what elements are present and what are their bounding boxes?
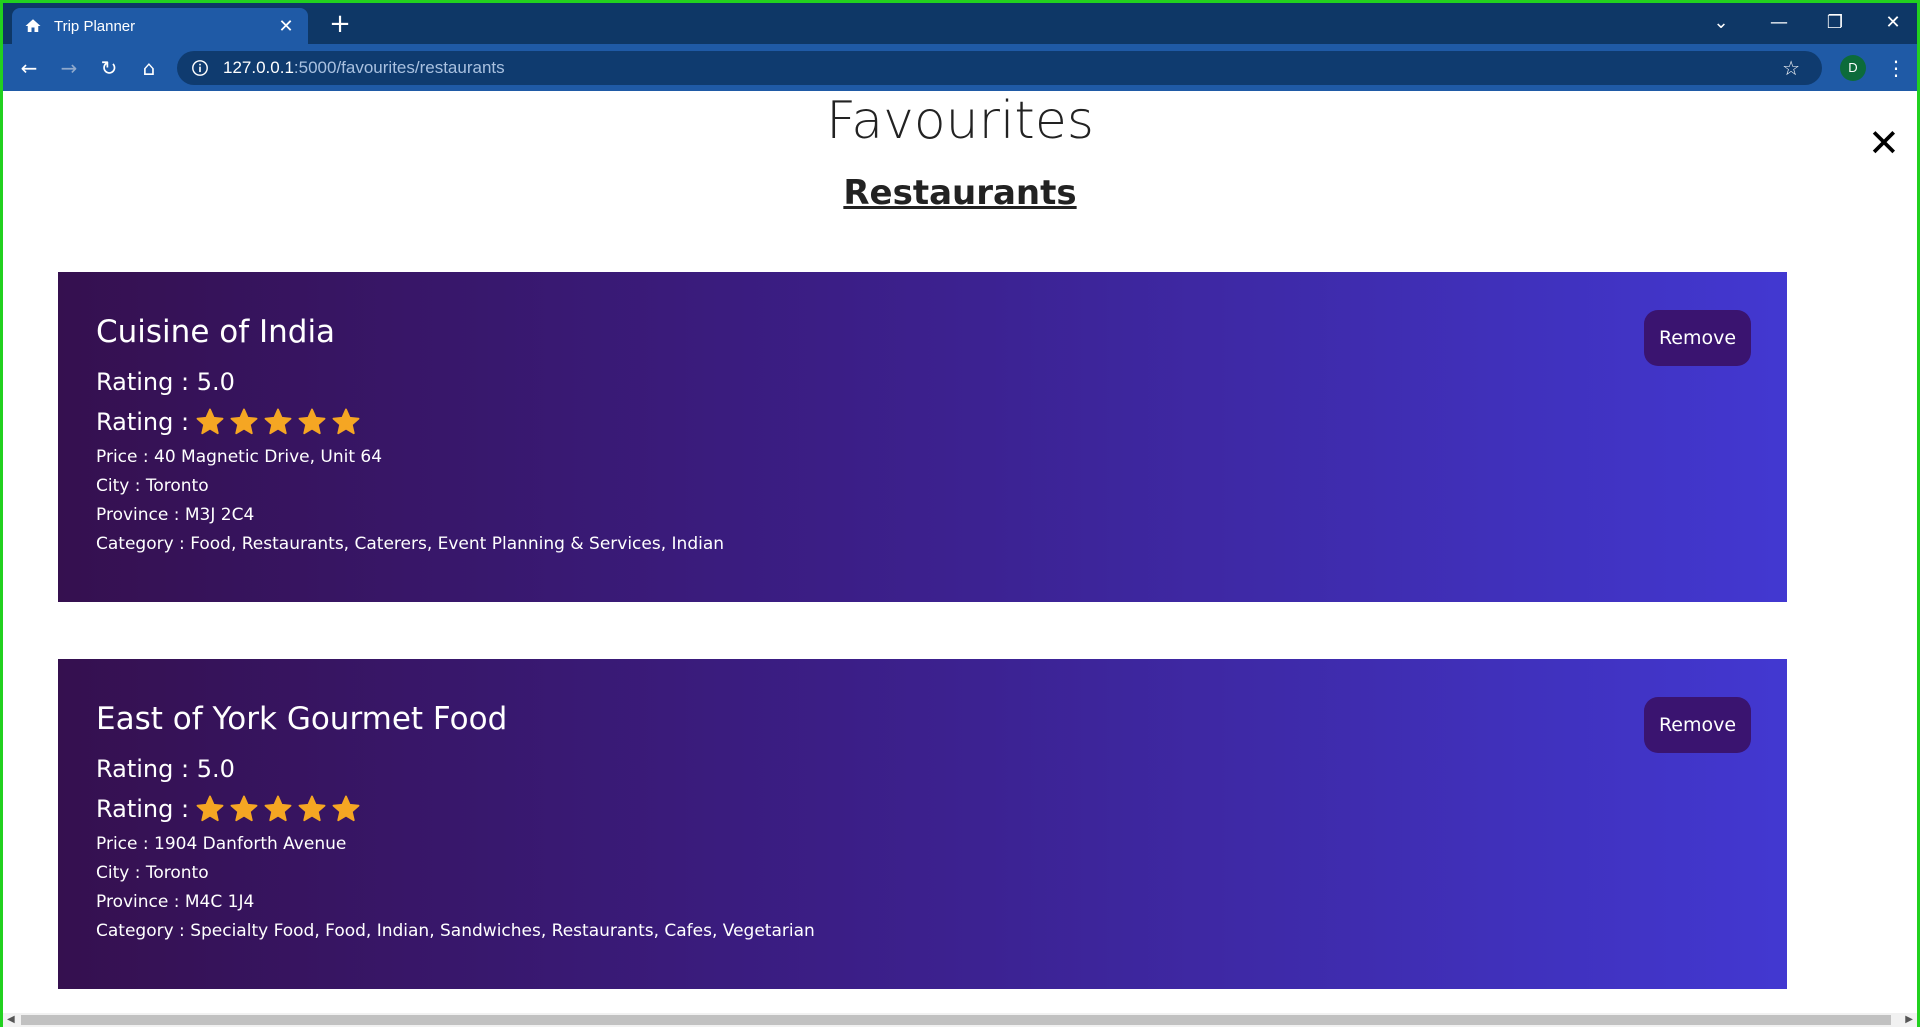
- tab-search-icon[interactable]: ⌄: [1701, 7, 1741, 39]
- section-title: Restaurants: [843, 173, 1077, 213]
- star-icon: [230, 795, 258, 822]
- restaurant-city: City : Toronto: [96, 476, 209, 496]
- restaurant-price: Price : 1904 Danforth Avenue: [96, 834, 347, 854]
- restaurant-province: Province : M4C 1J4: [96, 892, 255, 912]
- minimize-icon[interactable]: —: [1759, 7, 1799, 39]
- url-path: :5000/favourites/restaurants: [293, 58, 505, 77]
- restaurant-card: Cuisine of India Rating : 5.0 Rating : P…: [58, 272, 1787, 602]
- restaurant-card: East of York Gourmet Food Rating : 5.0 R…: [58, 659, 1787, 989]
- rating-label: Rating :: [96, 408, 190, 436]
- browser-tabbar: Trip Planner ✕ + ⌄ — ❐ ✕: [3, 3, 1917, 44]
- star-icon: [332, 408, 360, 435]
- restaurant-category: Category : Food, Restaurants, Caterers, …: [96, 534, 725, 554]
- new-tab-button[interactable]: +: [325, 9, 355, 39]
- window-close-icon[interactable]: ✕: [1873, 7, 1913, 39]
- scrollbar-thumb[interactable]: [21, 1015, 1891, 1025]
- url-host: 127.0.0.1: [223, 58, 294, 77]
- home-icon: [25, 19, 41, 32]
- restaurant-price: Price : 40 Magnetic Drive, Unit 64: [96, 447, 383, 467]
- back-icon[interactable]: ←: [13, 52, 45, 84]
- restaurant-city: City : Toronto: [96, 863, 209, 883]
- bookmark-star-icon[interactable]: ☆: [1782, 56, 1800, 81]
- star-icon: [196, 795, 224, 822]
- restaurant-province: Province : M3J 2C4: [96, 505, 255, 525]
- browser-tab[interactable]: Trip Planner ✕: [12, 8, 308, 44]
- reload-icon[interactable]: ↻: [93, 52, 125, 84]
- star-rating: [195, 407, 365, 437]
- rating-label: Rating :: [96, 795, 190, 823]
- tab-close-icon[interactable]: ✕: [276, 16, 296, 37]
- restore-icon[interactable]: ❐: [1815, 7, 1855, 39]
- star-rating: [195, 794, 365, 824]
- close-icon[interactable]: ✕: [1868, 121, 1900, 165]
- url-bar[interactable]: 127.0.0.1:5000/favourites/restaurants ☆: [177, 51, 1822, 85]
- page-title: Favourites: [826, 91, 1094, 151]
- scroll-right-icon[interactable]: ▶: [1905, 1013, 1913, 1027]
- remove-button[interactable]: Remove: [1644, 697, 1751, 753]
- remove-button[interactable]: Remove: [1644, 310, 1751, 366]
- star-icon: [298, 795, 326, 822]
- star-icon: [264, 795, 292, 822]
- profile-avatar[interactable]: D: [1840, 55, 1866, 81]
- horizontal-scrollbar[interactable]: ◀ ▶: [3, 1013, 1917, 1027]
- star-icon: [230, 408, 258, 435]
- star-icon: [264, 408, 292, 435]
- rating-value: Rating : 5.0: [96, 368, 235, 396]
- restaurant-name: Cuisine of India: [96, 314, 336, 350]
- restaurant-name: East of York Gourmet Food: [96, 701, 508, 737]
- page-content: Favourites ✕ Restaurants Cuisine of Indi…: [3, 91, 1917, 1010]
- star-icon: [196, 408, 224, 435]
- site-info-icon[interactable]: [191, 59, 209, 77]
- browser-toolbar: ← → ↻ ⌂ 127.0.0.1:5000/favourites/restau…: [3, 44, 1917, 91]
- browser-menu-icon[interactable]: ⋮: [1886, 52, 1906, 84]
- restaurant-category: Category : Specialty Food, Food, Indian,…: [96, 921, 815, 941]
- rating-stars-row: Rating :: [96, 407, 365, 437]
- home-button-icon[interactable]: ⌂: [133, 52, 165, 84]
- star-icon: [298, 408, 326, 435]
- rating-value: Rating : 5.0: [96, 755, 235, 783]
- forward-icon[interactable]: →: [53, 52, 85, 84]
- scroll-left-icon[interactable]: ◀: [7, 1013, 15, 1027]
- star-icon: [332, 795, 360, 822]
- rating-stars-row: Rating :: [96, 794, 365, 824]
- tab-title: Trip Planner: [54, 17, 136, 35]
